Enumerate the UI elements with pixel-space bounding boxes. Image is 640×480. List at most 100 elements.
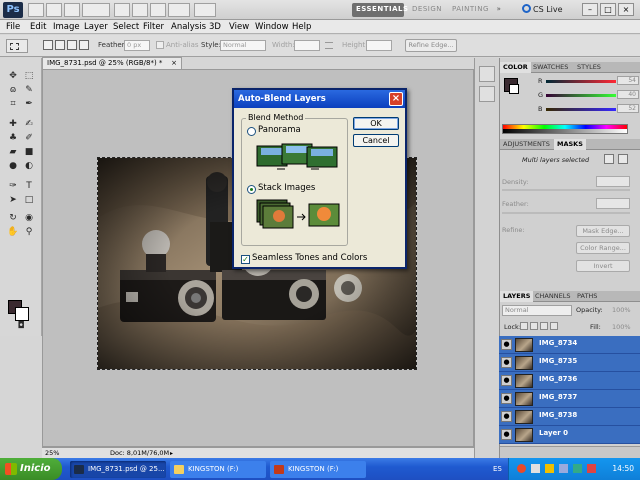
lock-all-icon[interactable] [550, 322, 558, 330]
usb-icon[interactable] [573, 464, 582, 473]
workspace-more-button[interactable]: » [492, 3, 506, 17]
refine-edge-button[interactable]: Refine Edge... [405, 39, 457, 52]
channel-g-value[interactable]: 40 [617, 90, 639, 99]
marquee-tool-icon[interactable]: ⬚ [22, 70, 36, 83]
security-icon[interactable] [545, 464, 554, 473]
clone-stamp-tool-icon[interactable]: ♣ [6, 132, 20, 145]
swap-size-icon[interactable] [325, 42, 333, 49]
menu-filter[interactable]: Filter [143, 21, 164, 33]
minimize-button[interactable]: – [582, 3, 598, 16]
stack-images-radio[interactable] [247, 185, 256, 194]
channel-b-value[interactable]: 52 [617, 104, 639, 113]
tool-preset-picker[interactable] [6, 39, 28, 53]
cancel-button[interactable]: Cancel [353, 134, 399, 147]
opacity-value[interactable]: 100% [612, 306, 631, 314]
antialias-checkbox[interactable] [156, 41, 164, 49]
layer-row[interactable]: ● IMG_8735 [499, 354, 640, 372]
tab-styles[interactable]: STYLES [574, 62, 604, 73]
menu-window[interactable]: Window [255, 21, 289, 33]
seamless-tones-checkbox[interactable]: ✓ [241, 255, 250, 264]
zoom-readout[interactable]: 25% [45, 448, 59, 458]
volume-icon[interactable] [559, 464, 568, 473]
intersect-selection-icon[interactable] [79, 40, 89, 50]
dodge-tool-icon[interactable]: ◐ [22, 160, 36, 173]
invert-button[interactable]: Invert [576, 260, 630, 272]
bridge-icon[interactable] [28, 3, 44, 17]
menu-edit[interactable]: Edit [30, 21, 46, 33]
layer-row[interactable]: ● IMG_8736 [499, 372, 640, 390]
tab-paths[interactable]: PATHS [574, 291, 600, 302]
color-background-swatch[interactable] [509, 84, 519, 94]
rotate-view-icon[interactable] [150, 3, 166, 17]
blend-mode-dropdown[interactable]: Normal [502, 305, 572, 316]
language-indicator[interactable]: ES [493, 458, 502, 480]
crop-tool-icon[interactable]: ⌗ [6, 98, 20, 111]
screen-mode-icon[interactable] [194, 3, 216, 17]
menu-help[interactable]: Help [292, 21, 311, 33]
fill-value[interactable]: 100% [612, 323, 631, 331]
color-range-button[interactable]: Color Range... [576, 242, 630, 254]
shape-tool-icon[interactable]: □ [22, 194, 36, 207]
subtract-selection-icon[interactable] [67, 40, 77, 50]
history-panel-icon[interactable] [479, 66, 495, 82]
workspace-design[interactable]: DESIGN [408, 3, 444, 17]
lock-position-icon[interactable] [540, 322, 548, 330]
tab-color[interactable]: COLOR [500, 62, 531, 73]
tab-swatches[interactable]: SWATCHES [530, 62, 571, 73]
mask-feather-slider[interactable] [502, 212, 630, 214]
taskbar-item-kingston-1[interactable]: KINGSTON (F:) [170, 461, 266, 478]
eye-icon[interactable]: ● [501, 375, 512, 386]
density-input[interactable] [596, 176, 630, 187]
menu-analysis[interactable]: Analysis [171, 21, 206, 33]
arrange-documents-icon[interactable] [168, 3, 190, 17]
document-tab[interactable]: IMG_8731.psd @ 25% (RGB/8*) * × [42, 57, 182, 69]
grayscale-ramp[interactable] [503, 129, 627, 133]
brush-tool-icon[interactable]: ✍ [22, 118, 36, 131]
quick-select-tool-icon[interactable]: ✎ [22, 84, 36, 97]
path-select-tool-icon[interactable]: ➤ [6, 194, 20, 207]
network-icon[interactable] [531, 464, 540, 473]
new-selection-icon[interactable] [43, 40, 53, 50]
3d-rotate-tool-icon[interactable]: ↻ [6, 212, 20, 225]
mask-feather-input[interactable] [596, 198, 630, 209]
add-selection-icon[interactable] [55, 40, 65, 50]
zoom-level-dropdown[interactable] [82, 3, 110, 17]
tray-app-icon[interactable] [517, 464, 526, 473]
healing-brush-tool-icon[interactable]: ✚ [6, 118, 20, 131]
channel-r-slider[interactable] [546, 80, 616, 83]
color-spectrum-bar[interactable] [502, 124, 628, 134]
actions-panel-icon[interactable] [479, 86, 495, 102]
tab-masks[interactable]: MASKS [554, 139, 586, 150]
style-dropdown[interactable]: Normal [220, 40, 266, 51]
maximize-button[interactable]: □ [600, 3, 616, 16]
eye-icon[interactable]: ● [501, 357, 512, 368]
workspace-essentials[interactable]: ESSENTIALS [352, 3, 408, 17]
channel-g-slider[interactable] [546, 94, 616, 97]
width-input[interactable] [294, 40, 320, 51]
pen-tool-icon[interactable]: ✑ [6, 180, 20, 193]
layer-row[interactable]: ● IMG_8734 [499, 336, 640, 354]
menu-image[interactable]: Image [53, 21, 80, 33]
eye-icon[interactable]: ● [501, 411, 512, 422]
background-color-swatch[interactable] [15, 307, 29, 321]
move-tool-icon[interactable]: ✥ [6, 70, 20, 83]
lasso-tool-icon[interactable]: ɷ [6, 84, 20, 97]
eye-icon[interactable]: ● [501, 339, 512, 350]
menu-3d[interactable]: 3D [209, 21, 221, 33]
blur-tool-icon[interactable]: ● [6, 160, 20, 173]
workspace-painting[interactable]: PAINTING [448, 3, 490, 17]
history-brush-tool-icon[interactable]: ✐ [22, 132, 36, 145]
hand-tool-icon[interactable] [114, 3, 130, 17]
eraser-tool-icon[interactable]: ▰ [6, 146, 20, 159]
zoom-tool-icon[interactable]: ⚲ [22, 226, 36, 239]
tab-layers[interactable]: LAYERS [500, 291, 534, 302]
doc-size-readout[interactable]: Doc: 8,01M/76,0M [110, 448, 169, 458]
hand-tool-icon[interactable]: ✋ [6, 226, 20, 239]
gradient-tool-icon[interactable]: ■ [22, 146, 36, 159]
vector-mask-icon[interactable] [618, 154, 628, 164]
zoom-tool-icon[interactable] [132, 3, 148, 17]
quick-mask-icon[interactable]: ◘ [14, 320, 28, 333]
channel-b-slider[interactable] [546, 108, 616, 111]
eyedropper-tool-icon[interactable]: ✒ [22, 98, 36, 111]
lock-transparent-icon[interactable] [520, 322, 528, 330]
